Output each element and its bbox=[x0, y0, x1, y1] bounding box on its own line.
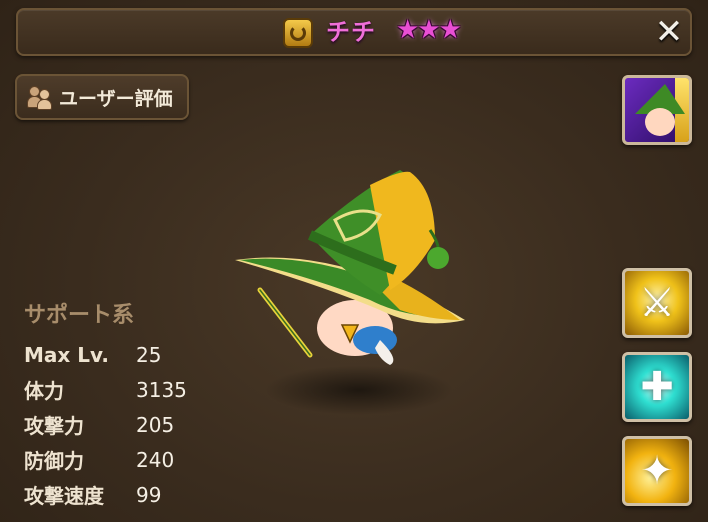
stat-name: 攻撃力 bbox=[24, 414, 84, 438]
stat-row: 防御力 240 bbox=[24, 442, 187, 477]
monster-name: チチ bbox=[326, 18, 376, 46]
stat-row: 体力 3135 bbox=[24, 372, 187, 407]
stat-name: Max Lv. bbox=[24, 342, 110, 367]
stat-name: 体力 bbox=[24, 379, 64, 403]
user-review-label: ユーザー評価 bbox=[59, 87, 173, 110]
stat-value: 99 bbox=[136, 482, 162, 507]
monster-type-label: サポート系 bbox=[24, 303, 135, 328]
stat-value: 25 bbox=[136, 342, 162, 367]
stat-name: 防御力 bbox=[24, 449, 84, 473]
stat-value: 205 bbox=[136, 412, 175, 437]
heal-cross-skill-icon: ✚ bbox=[640, 364, 674, 410]
golden-orb-skill-icon: ✦ bbox=[640, 448, 674, 494]
stat-row: Max Lv. 25 bbox=[24, 337, 187, 372]
stat-row: 攻撃速度 99 bbox=[24, 477, 187, 512]
stat-value: 240 bbox=[136, 447, 175, 472]
stats-panel: Max Lv. 25 体力 3135 攻撃力 205 防御力 240 攻撃速度 … bbox=[24, 337, 187, 512]
monster-portrait-button[interactable] bbox=[622, 75, 692, 145]
monster-illustration bbox=[230, 160, 490, 430]
users-icon bbox=[27, 84, 53, 110]
wind-element-icon bbox=[283, 18, 313, 48]
user-review-button[interactable]: ユーザー評価 bbox=[15, 74, 189, 120]
skill-1-button[interactable]: ⚔ bbox=[622, 268, 692, 338]
stat-row: 攻撃力 205 bbox=[24, 407, 187, 442]
stat-value: 3135 bbox=[136, 377, 187, 402]
close-button[interactable]: ✕ bbox=[652, 14, 686, 50]
star-rating: ★★★ bbox=[396, 15, 462, 45]
sword-strike-skill-icon: ⚔ bbox=[639, 280, 675, 326]
skill-3-button[interactable]: ✦ bbox=[622, 436, 692, 506]
stat-name: 攻撃速度 bbox=[24, 484, 104, 508]
skill-2-button[interactable]: ✚ bbox=[622, 352, 692, 422]
